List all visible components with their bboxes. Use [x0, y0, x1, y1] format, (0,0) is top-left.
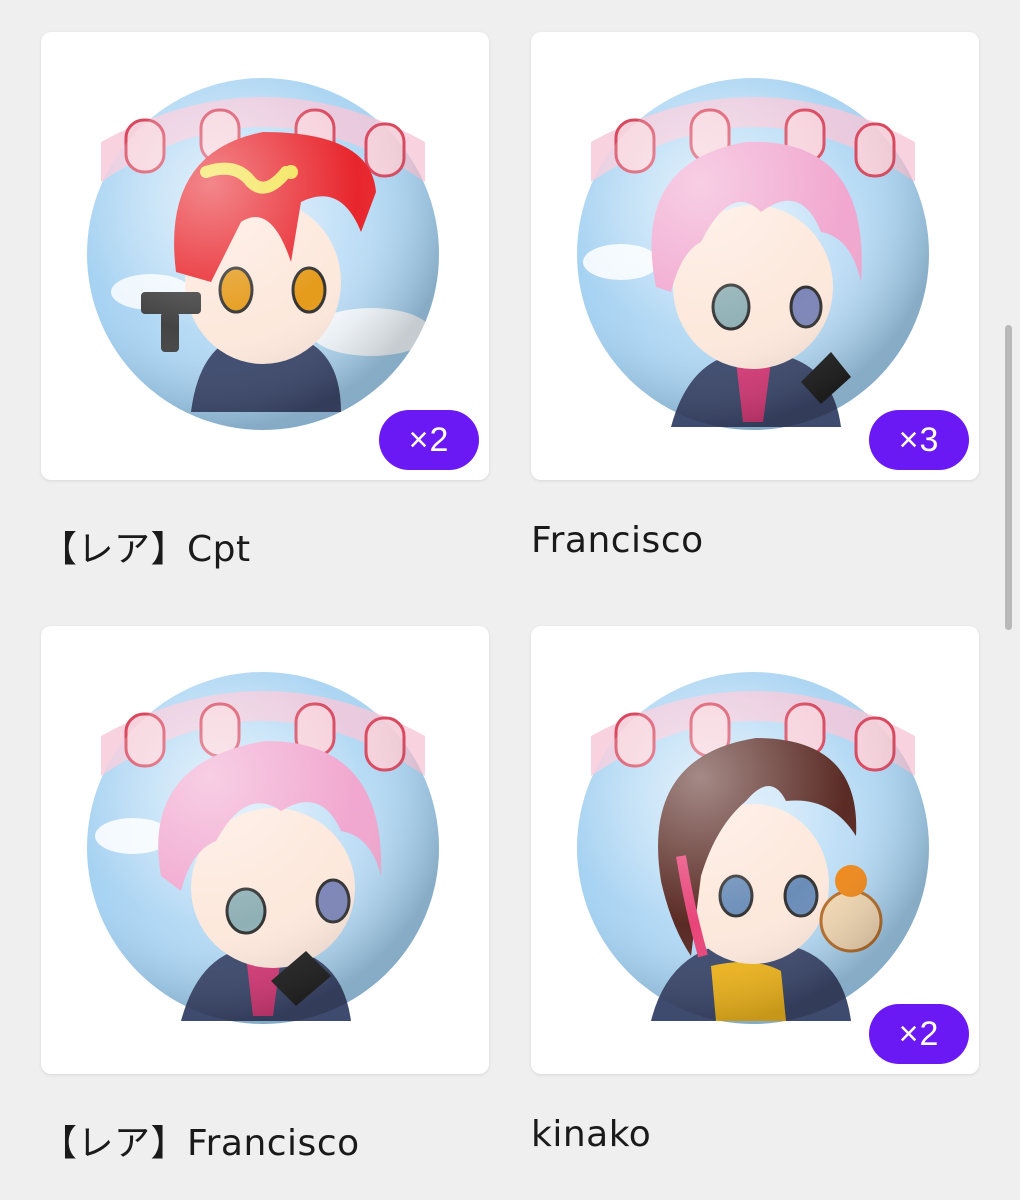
item-card[interactable]: ×2: [41, 32, 489, 480]
grid-item[interactable]: ×3 Francisco: [531, 32, 981, 561]
quantity-badge: ×3: [869, 410, 969, 470]
grid-item[interactable]: 【レア】Francisco: [41, 626, 491, 1166]
item-name: Francisco: [531, 520, 704, 561]
scrollbar-thumb[interactable]: [1005, 325, 1012, 630]
item-name: kinako: [531, 1114, 652, 1155]
item-card[interactable]: ×3: [531, 32, 979, 480]
quantity-badge: ×2: [379, 410, 479, 470]
item-grid: ×2 【レア】Cpt ×3 Francisco 【レア】Francisco ×2…: [0, 0, 1020, 1200]
grid-item[interactable]: ×2 【レア】Cpt: [41, 32, 491, 572]
item-name: 【レア】Francisco: [41, 1123, 360, 1164]
grid-item[interactable]: ×2 kinako: [531, 626, 981, 1155]
item-card[interactable]: [41, 626, 489, 1074]
item-card[interactable]: ×2: [531, 626, 979, 1074]
item-name: 【レア】Cpt: [41, 529, 251, 570]
quantity-badge: ×2: [869, 1004, 969, 1064]
can-badge-image: [87, 672, 439, 1024]
